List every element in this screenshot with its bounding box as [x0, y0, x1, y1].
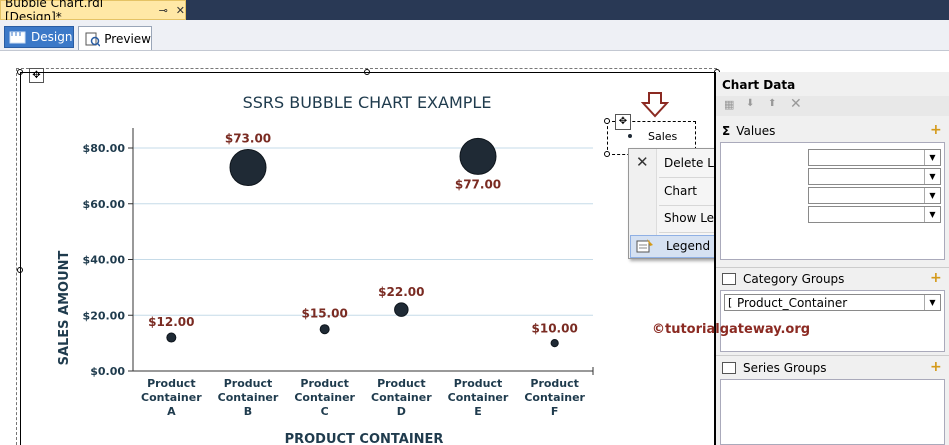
x-tick-label: Container: [218, 391, 279, 404]
value-dropdown-2[interactable]: ▼: [808, 168, 941, 185]
chart-selection-border-left: [16, 68, 18, 445]
preview-icon: [85, 32, 101, 47]
x-tick-label: Product: [530, 377, 579, 390]
data-label: $15.00: [302, 307, 348, 321]
properties-toolbar-icon[interactable]: ▦: [724, 98, 734, 111]
value-dropdown-3[interactable]: ▼: [808, 187, 941, 204]
y-tick-label: $40.00: [83, 254, 126, 267]
x-tick-label: Container: [294, 391, 355, 404]
data-label: $22.00: [378, 285, 424, 299]
document-tab[interactable]: Bubble Chart.rdl [Design]* ⊸ ✕: [0, 0, 186, 24]
values-label: Values: [736, 124, 776, 138]
bubble-point[interactable]: [229, 149, 267, 187]
table-icon: [722, 362, 736, 374]
x-tick-label: Product: [147, 377, 196, 390]
data-label: $12.00: [148, 315, 194, 329]
y-tick-label: $80.00: [83, 142, 126, 155]
x-tick-label: Container: [524, 391, 585, 404]
design-ruler-icon: [9, 31, 26, 44]
y-tick-label: $0.00: [90, 365, 125, 378]
category-group-value: Product_Container: [737, 296, 848, 310]
legend-handle-top-left[interactable]: [604, 118, 610, 124]
down-arrow-annotation-icon: [641, 92, 669, 118]
dropdown-arrow-icon: ▼: [924, 150, 940, 165]
data-label: $10.00: [532, 322, 578, 336]
value-dropdown-4[interactable]: ▼: [808, 206, 941, 223]
delete-toolbar-icon[interactable]: ✕: [790, 96, 802, 112]
panel-divider: [716, 267, 949, 268]
move-down-icon[interactable]: ⬇: [746, 98, 754, 109]
x-tick-label: Product: [454, 377, 503, 390]
pin-icon[interactable]: ⊸: [159, 4, 168, 17]
bubble-point[interactable]: [319, 324, 330, 335]
category-groups-header: Category Groups: [722, 272, 844, 286]
x-tick-label: Product: [377, 377, 426, 390]
tab-design-label: Design: [31, 30, 73, 44]
values-section-header: Σ Values: [722, 124, 775, 138]
x-tick-label: Product: [300, 377, 349, 390]
gridlines: [133, 147, 593, 316]
y-tick-label: $20.00: [83, 309, 126, 322]
y-axis-title[interactable]: SALES AMOUNT: [57, 250, 72, 365]
series-groups-label: Series Groups: [743, 361, 827, 375]
x-tick-label: Product: [224, 377, 273, 390]
tab-preview-label: Preview: [104, 31, 151, 46]
bubble-point[interactable]: [550, 339, 559, 348]
bracket-icon: [: [728, 296, 733, 309]
x-tick-label: Container: [448, 391, 509, 404]
x-axis-title[interactable]: PRODUCT CONTAINER: [285, 432, 444, 445]
axes: [128, 128, 594, 375]
panel-title: Chart Data: [722, 78, 796, 92]
add-category-group-icon[interactable]: +: [930, 270, 942, 286]
panel-toolbar: ▦ ⬇ ⬆ ✕: [716, 96, 949, 116]
x-tick-label: A: [167, 405, 176, 418]
chart-data-panel: Chart Data ▦ ⬇ ⬆ ✕ Σ Values + ▼ ▼ ▼ ▼ Ca…: [714, 72, 949, 445]
sigma-icon: Σ: [722, 124, 731, 138]
bubble-point[interactable]: [394, 302, 409, 317]
series-groups-header: Series Groups: [722, 361, 827, 375]
y-tick-labels: $0.00 $20.00 $40.00 $60.00 $80.00: [83, 142, 126, 378]
data-labels: $12.00 $73.00 $15.00 $22.00 $77.00 $10.00: [148, 132, 578, 336]
x-tick-label: C: [321, 405, 329, 418]
category-groups-label: Category Groups: [743, 272, 845, 286]
close-icon[interactable]: ✕: [176, 4, 185, 17]
legend-handle-bottom-left[interactable]: [604, 151, 610, 157]
bubble-point[interactable]: [459, 137, 497, 175]
watermark-text: ©tutorialgateway.org: [652, 322, 811, 337]
chart-title[interactable]: SSRS BUBBLE CHART EXAMPLE: [243, 93, 492, 112]
data-label: $73.00: [225, 132, 271, 146]
dropdown-arrow-icon: ▼: [924, 207, 940, 222]
y-tick-label: $60.00: [83, 198, 126, 211]
data-label: $77.00: [455, 177, 501, 191]
panel-divider: [716, 355, 949, 356]
tab-design[interactable]: Design: [4, 26, 74, 48]
legend-marker: [628, 134, 632, 138]
series-groups-list: [720, 379, 945, 445]
delete-icon: ✕: [636, 153, 649, 171]
legend-move-icon[interactable]: ✥: [615, 114, 631, 130]
value-dropdown-1[interactable]: ▼: [808, 149, 941, 166]
bubble-point[interactable]: [166, 332, 177, 343]
x-tick-labels: ProductContainerAProductContainerBProduc…: [141, 377, 586, 418]
x-tick-label: Container: [141, 391, 202, 404]
add-series-group-icon[interactable]: +: [930, 359, 942, 375]
table-icon: [722, 273, 736, 285]
properties-icon: [636, 239, 653, 253]
x-tick-label: D: [397, 405, 406, 418]
add-value-icon[interactable]: +: [930, 122, 942, 138]
dropdown-arrow-icon: ▼: [924, 169, 940, 184]
menu-item-chart-label: Chart: [664, 184, 697, 198]
legend-entry-sales: Sales: [648, 130, 678, 143]
category-group-dropdown[interactable]: [ Product_Container ▼: [724, 294, 941, 311]
x-tick-label: B: [244, 405, 252, 418]
move-up-icon[interactable]: ⬆: [768, 98, 776, 109]
x-tick-label: E: [474, 405, 482, 418]
x-tick-label: F: [551, 405, 559, 418]
dropdown-arrow-icon: ▼: [924, 295, 940, 310]
x-tick-label: Container: [371, 391, 432, 404]
tab-preview[interactable]: Preview: [78, 26, 152, 50]
dropdown-arrow-icon: ▼: [924, 188, 940, 203]
